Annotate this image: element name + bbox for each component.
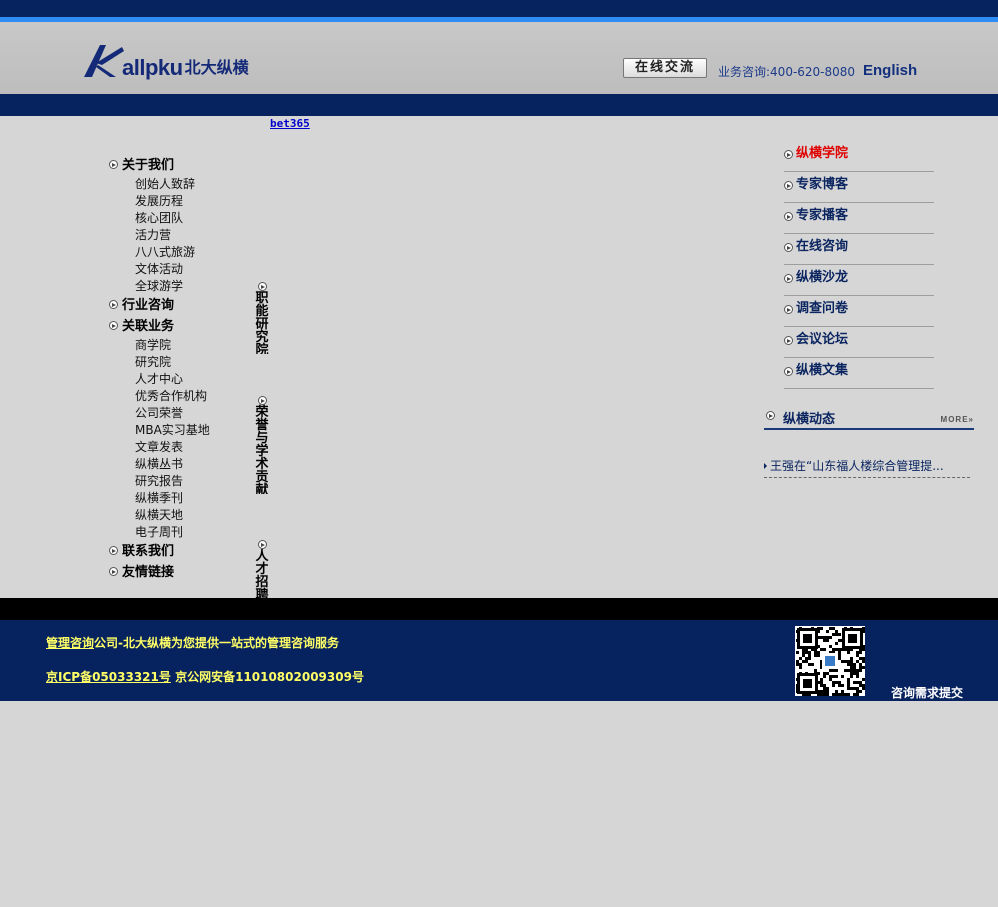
left-nav-subitem[interactable]: 纵横天地 bbox=[109, 507, 249, 524]
left-nav-subitem[interactable]: 文章发表 bbox=[109, 439, 249, 456]
right-nav-label: 专家播客 bbox=[796, 208, 849, 223]
left-nav-section[interactable]: 关于我们 bbox=[109, 155, 249, 176]
left-nav-section[interactable]: 联系我们 bbox=[109, 541, 249, 562]
bullet-icon bbox=[257, 396, 267, 405]
left-nav-section-label: 关于我们 bbox=[122, 158, 175, 173]
consult-submit-link[interactable]: 咨询需求提交 bbox=[891, 684, 963, 701]
right-nav-label: 纵横学院 bbox=[796, 146, 849, 161]
right-nav-item[interactable]: 调查问卷 bbox=[784, 296, 934, 327]
hotline-text: 业务咨询:400-620-8080 bbox=[718, 65, 856, 79]
right-nav-item[interactable]: 纵横文集 bbox=[784, 358, 934, 389]
bullet-icon bbox=[784, 274, 793, 283]
vertical-nav-label: 职能研究院 bbox=[255, 291, 269, 354]
vertical-nav-label: 人才招聘 bbox=[255, 549, 269, 598]
bullet-icon bbox=[109, 300, 118, 309]
logo[interactable]: allpku 北大纵横 bbox=[82, 39, 249, 79]
left-nav-subitem[interactable]: MBA实习基地 bbox=[109, 422, 249, 439]
bullet-icon bbox=[766, 411, 775, 420]
header: allpku 北大纵横 在线交流 业务咨询:400-620-8080 Engli… bbox=[0, 22, 998, 94]
vertical-nav-item[interactable]: 职能研究院 bbox=[254, 282, 270, 354]
right-nav-label: 纵横文集 bbox=[796, 363, 849, 378]
left-nav: 关于我们创始人致辞 发展历程 核心团队 活力营 八八式旅游 文体活动 全球游学行业咨询关联业… bbox=[109, 155, 249, 583]
bullet-icon bbox=[257, 282, 267, 291]
right-nav-label: 调查问卷 bbox=[796, 301, 849, 316]
right-nav-label: 纵横沙龙 bbox=[796, 270, 849, 285]
left-nav-subitem[interactable]: 纵横季刊 bbox=[109, 490, 249, 507]
left-nav-section-label: 联系我们 bbox=[122, 544, 175, 559]
left-nav-subitem[interactable]: 优秀合作机构 bbox=[109, 388, 249, 405]
left-nav-subitem[interactable]: 公司荣誉 bbox=[109, 405, 249, 422]
left-nav-subitem[interactable]: 人才中心 bbox=[109, 371, 249, 388]
vertical-nav-item[interactable]: 人才招聘 bbox=[254, 540, 270, 598]
english-link[interactable]: English bbox=[863, 62, 917, 79]
left-nav-section-label: 关联业务 bbox=[122, 319, 175, 334]
left-nav-section-label: 友情链接 bbox=[122, 565, 175, 580]
right-nav-label: 在线咨询 bbox=[796, 239, 849, 254]
logo-text: allpku bbox=[122, 55, 183, 80]
logo-mark-icon bbox=[84, 45, 124, 77]
top-bar bbox=[0, 0, 998, 17]
bullet-icon bbox=[109, 160, 118, 169]
left-nav-subitem[interactable]: 纵横丛书 bbox=[109, 456, 249, 473]
right-nav-label: 会议论坛 bbox=[796, 332, 849, 347]
left-nav-subitem[interactable]: 创始人致辞 bbox=[109, 176, 249, 193]
nav-bar bbox=[0, 94, 998, 116]
footer-slogan-text: 公司-北大纵横为您提供一站式的管理咨询服务 bbox=[94, 636, 339, 650]
left-nav-subitem[interactable]: 发展历程 bbox=[109, 193, 249, 210]
left-nav-subitem[interactable]: 八八式旅游 bbox=[109, 244, 249, 261]
dynamics-header: 纵横动态 MORE» bbox=[764, 405, 974, 430]
news-item[interactable]: 王强在“山东福人楼综合管理提... bbox=[764, 456, 970, 478]
bullet-icon bbox=[784, 181, 793, 190]
right-nav: 纵横学院专家博客专家播客在线咨询纵横沙龙调查问卷会议论坛纵横文集 bbox=[784, 141, 934, 389]
right-nav-item[interactable]: 会议论坛 bbox=[784, 327, 934, 358]
bullet-icon bbox=[784, 367, 793, 376]
bullet-icon bbox=[784, 336, 793, 345]
footer-black-bar bbox=[0, 598, 998, 620]
bullet-icon bbox=[784, 212, 793, 221]
icp-link[interactable]: 京ICP备05033321号 bbox=[46, 670, 171, 684]
right-nav-item[interactable]: 专家博客 bbox=[784, 172, 934, 203]
left-nav-section[interactable]: 友情链接 bbox=[109, 562, 249, 583]
left-nav-subitem[interactable]: 全球游学 bbox=[109, 278, 249, 295]
footer-license: 京ICP备05033321号 京公网安备11010802009309号 bbox=[46, 668, 364, 685]
left-nav-section-label: 行业咨询 bbox=[122, 298, 175, 313]
footer: 管理咨询公司-北大纵横为您提供一站式的管理咨询服务 京ICP备05033321号… bbox=[0, 620, 998, 701]
top-text-link[interactable]: bet365 bbox=[270, 117, 310, 130]
left-nav-subitem[interactable]: 研究报告 bbox=[109, 473, 249, 490]
bullet-icon bbox=[109, 567, 118, 576]
left-nav-subitem[interactable]: 文体活动 bbox=[109, 261, 249, 278]
bullet-icon bbox=[784, 243, 793, 252]
left-nav-subitem[interactable]: 研究院 bbox=[109, 354, 249, 371]
right-nav-item[interactable]: 在线咨询 bbox=[784, 234, 934, 265]
dynamics-title: 纵横动态 bbox=[783, 412, 836, 427]
vertical-nav-label: 荣誉与学术贡献 bbox=[255, 405, 269, 494]
left-nav-subitem[interactable]: 活力营 bbox=[109, 227, 249, 244]
consulting-link[interactable]: 管理咨询 bbox=[46, 636, 94, 650]
right-nav-label: 专家博客 bbox=[796, 177, 849, 192]
logo-cn-text: 北大纵横 bbox=[184, 58, 249, 77]
police-record: 京公网安备11010802009309号 bbox=[175, 670, 364, 684]
online-chat-button[interactable]: 在线交流 bbox=[623, 58, 707, 78]
left-nav-section[interactable]: 关联业务 bbox=[109, 316, 249, 337]
left-nav-subitem[interactable]: 商学院 bbox=[109, 337, 249, 354]
left-nav-subitem[interactable]: 电子周刊 bbox=[109, 524, 249, 541]
right-nav-item[interactable]: 纵横学院 bbox=[784, 141, 934, 172]
left-nav-section[interactable]: 行业咨询 bbox=[109, 295, 249, 316]
more-link[interactable]: MORE» bbox=[941, 415, 974, 424]
bullet-icon bbox=[784, 305, 793, 314]
bullet-icon bbox=[257, 540, 267, 549]
right-nav-item[interactable]: 专家播客 bbox=[784, 203, 934, 234]
footer-slogan: 管理咨询公司-北大纵横为您提供一站式的管理咨询服务 bbox=[46, 634, 339, 651]
right-nav-item[interactable]: 纵横沙龙 bbox=[784, 265, 934, 296]
left-nav-subitem[interactable]: 核心团队 bbox=[109, 210, 249, 227]
bullet-icon bbox=[109, 546, 118, 555]
bullet-icon bbox=[784, 150, 793, 159]
vertical-nav-item[interactable]: 荣誉与学术贡献 bbox=[254, 396, 270, 494]
bullet-icon bbox=[109, 321, 118, 330]
qr-code-icon bbox=[795, 626, 865, 696]
